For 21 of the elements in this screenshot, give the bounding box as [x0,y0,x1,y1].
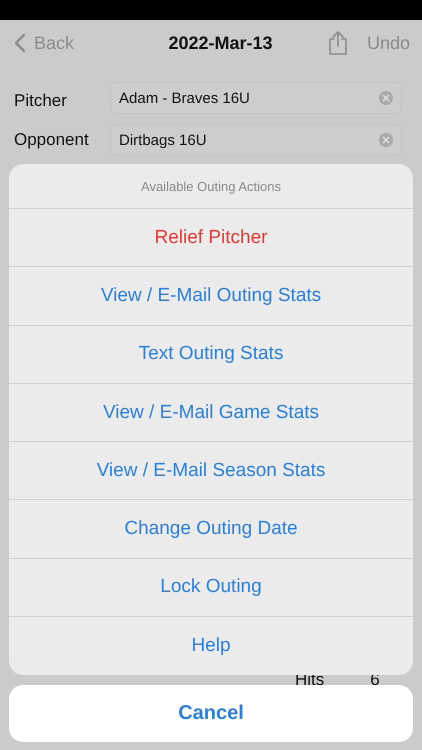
field-label: Pitcher [14,90,68,111]
field-label: Opponent [14,130,90,150]
action-button[interactable]: Text Outing Stats [9,326,413,384]
action-button[interactable]: Change Outing Date [9,500,413,559]
date-title: 2022-Mar-13 [167,32,274,54]
text-field[interactable]: Dirtbags 16U [110,124,402,156]
cancel-button[interactable]: Cancel [9,685,413,742]
action-button[interactable]: Lock Outing [9,558,413,618]
clear-icon[interactable] [379,133,393,147]
sheet-title: Available Outing Actions [9,164,413,209]
chevron-left-icon [14,33,26,53]
clear-icon[interactable] [379,91,393,105]
back-button[interactable]: Back [14,32,74,54]
action-button[interactable]: Relief Pitcher [9,209,413,268]
undo-button[interactable]: Undo [366,32,410,54]
action-button[interactable]: View / E-Mail Game Stats [9,384,413,442]
action-button[interactable]: Help [9,617,413,676]
action-button[interactable]: View / E-Mail Season Stats [9,442,413,500]
share-icon[interactable] [326,30,349,56]
text-field[interactable]: Adam - Braves 16U [110,82,402,114]
action-button[interactable]: View / E-Mail Outing Stats [9,267,413,326]
